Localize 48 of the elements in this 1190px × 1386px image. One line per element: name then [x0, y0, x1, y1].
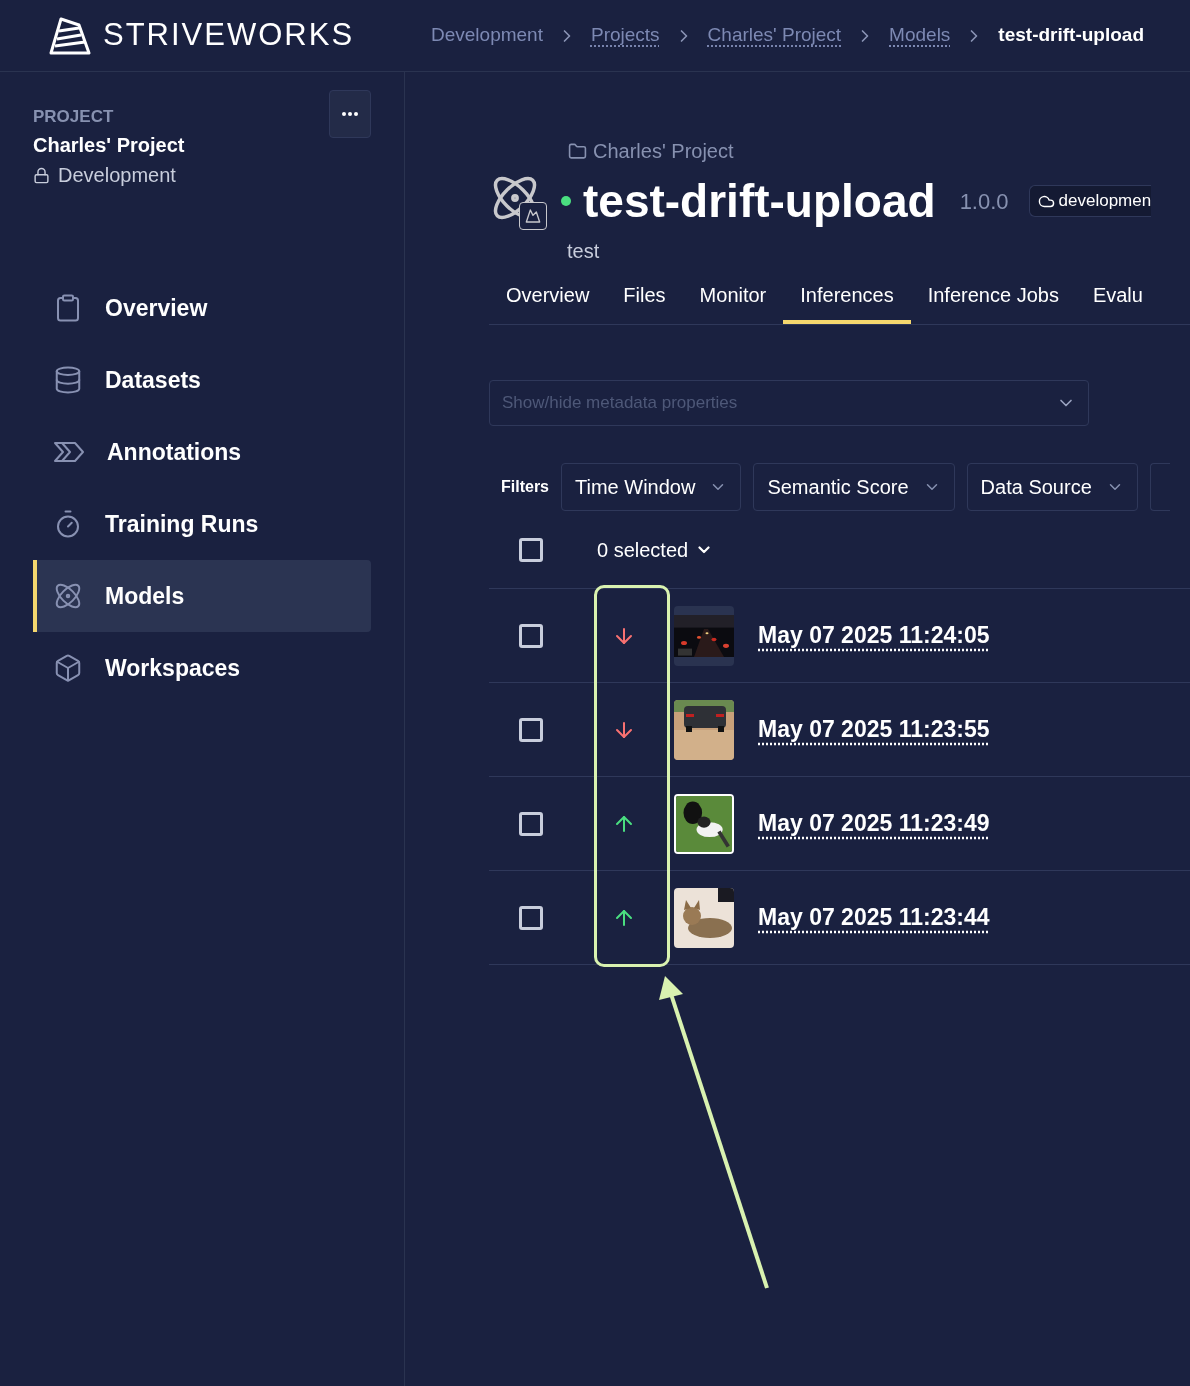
sidebar-item[interactable]: Workspaces — [33, 632, 371, 704]
filter-dropdown[interactable]: Data Source — [966, 463, 1138, 511]
database-icon — [53, 365, 83, 395]
atom-icon — [53, 581, 83, 611]
checkbox[interactable] — [519, 811, 543, 836]
section-label: PROJECT — [33, 106, 115, 128]
sidebar-item[interactable]: Training Runs — [33, 488, 371, 560]
chevron-down-icon — [698, 545, 711, 554]
project-link[interactable]: Charles' Project — [593, 136, 734, 166]
logo-wordmark: STRIVEWORKS — [103, 16, 355, 55]
lock-icon — [33, 166, 50, 184]
project-name: Charles' Project — [33, 133, 185, 158]
tab[interactable]: Evalu — [1075, 280, 1160, 324]
more-button[interactable] — [329, 90, 371, 138]
more-icon — [342, 112, 358, 116]
breadcrumb-link[interactable]: Development — [431, 21, 543, 50]
cube-icon — [53, 653, 83, 683]
breadcrumb-link[interactable]: test-drift-upload — [998, 21, 1144, 50]
checkbox[interactable] — [519, 537, 543, 562]
checkbox[interactable] — [519, 905, 543, 930]
tab[interactable]: Inferences — [783, 280, 911, 324]
tab[interactable]: Inference Jobs — [910, 280, 1076, 324]
timestamp-link[interactable]: May 07 2025 11:23:55 — [758, 712, 990, 747]
sidebar-item[interactable]: Overview — [33, 272, 371, 344]
checkbox[interactable] — [519, 623, 543, 648]
model-description: test — [566, 239, 601, 264]
sidebar-item[interactable]: Annotations — [33, 416, 371, 488]
sidebar-item[interactable]: Models — [33, 560, 371, 632]
selection-dropdown[interactable]: 0 selected — [597, 534, 711, 565]
tab[interactable]: Files — [606, 280, 683, 324]
filter-dropdown[interactable]: Semantic Score — [753, 463, 955, 511]
chevron-tag-icon — [53, 440, 85, 464]
timestamp-link[interactable]: May 07 2025 11:23:44 — [758, 900, 990, 935]
breadcrumb-link[interactable]: Projects — [590, 21, 660, 50]
filter-dropdown[interactable]: Time Window — [561, 463, 742, 511]
timestamp-link[interactable]: May 07 2025 11:24:05 — [758, 618, 990, 653]
tab[interactable]: Overview — [489, 280, 607, 324]
breadcrumb-link[interactable]: Charles' Project — [707, 21, 842, 50]
environment-label: Development — [58, 163, 176, 188]
tab[interactable]: Monitor — [682, 280, 784, 324]
version-label: 1.0.0 — [959, 187, 1009, 216]
environment-badge: developmen — [1028, 185, 1152, 217]
breadcrumb-link[interactable]: Models — [889, 21, 951, 50]
checkbox[interactable] — [519, 717, 543, 742]
timestamp-link[interactable]: May 07 2025 11:23:49 — [758, 806, 990, 841]
sidebar-item[interactable]: Datasets — [33, 344, 371, 416]
folder-icon — [568, 141, 587, 161]
filters-label: Filters — [500, 477, 549, 497]
